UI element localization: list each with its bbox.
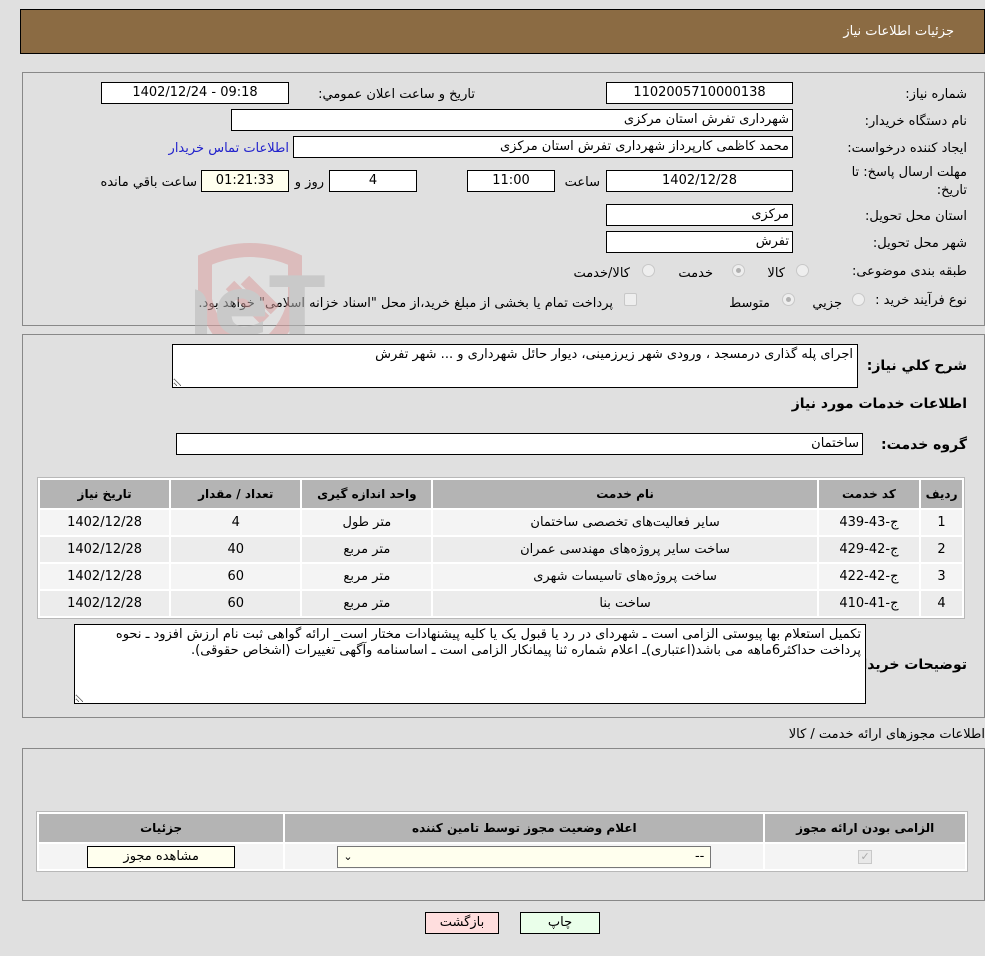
back-button[interactable]: بازگشت [425,912,499,934]
creator-label: ایجاد کننده درخواست: [847,141,967,156]
treasury-note: پرداخت تمام یا بخشی از مبلغ خرید،از محل … [198,296,613,311]
description-label: شرح کلي نیاز: [866,358,967,374]
cell-service-name: ساخت سایر پروژه‌های مهندسی عمران [433,537,817,562]
table-row: ✓ ⌄ -- مشاهده مجوز [39,844,965,869]
days-label: روز و [294,175,324,190]
cell-need-date: 1402/12/28 [40,537,170,562]
cell-service-name: سایر فعالیت‌های تخصصی ساختمان [433,510,817,535]
permit-required-checkbox[interactable]: ✓ [858,850,873,864]
col-permit-details: جزئیات [39,814,284,842]
process-radio-medium[interactable] [782,293,795,306]
col-need-date: تاریخ نیاز [40,480,170,508]
cell-service-name: ساخت پروژه‌های تاسیسات شهری [433,564,817,589]
permits-table: الزامی بودن ارائه مجوز اعلام وضعیت مجوز … [36,811,968,872]
permits-table-header: الزامی بودن ارائه مجوز اعلام وضعیت مجوز … [39,814,965,842]
permit-status-value: -- [694,848,705,864]
deadline-date-field: 1402/12/28 [606,170,793,192]
category-radio-service[interactable] [732,264,745,277]
cell-quantity: 60 [171,564,301,589]
cell-unit: متر طول [302,510,432,535]
col-unit: واحد اندازه گیری [302,480,432,508]
table-row: 1 ج-43-439 سایر فعالیت‌های تخصصی ساختمان… [40,510,962,535]
buyer-notes-textarea[interactable]: تکمیل استعلام بها پیوستی الزامی است ـ شه… [74,624,866,704]
services-section-title: اطلاعات خدمات مورد نیاز [791,396,967,412]
cell-quantity: 60 [171,591,301,616]
chevron-down-icon: ⌄ [343,849,353,863]
process-radio-minor[interactable] [852,293,865,306]
category-option-goods: کالا [767,266,785,281]
city-label: شهر محل تحویل: [872,236,967,251]
cell-service-name: ساخت بنا [433,591,817,616]
service-group-label: گروه خدمت: [881,437,967,453]
remaining-time-label: ساعت باقي مانده [100,175,197,190]
deadline-time-field: 11:00 [467,170,555,192]
treasury-checkbox[interactable] [624,293,637,306]
cell-permit-status: ⌄ -- [285,844,764,869]
cell-need-date: 1402/12/28 [40,591,170,616]
table-row: 3 ج-42-422 ساخت پروژه‌های تاسیسات شهری م… [40,564,962,589]
col-service-code: کد خدمت [818,480,920,508]
service-group-field: ساختمان [176,433,863,455]
category-radio-goods[interactable] [796,264,809,277]
buyer-contact-link[interactable]: اطلاعات تماس خریدار [169,141,289,156]
cell-quantity: 40 [171,537,301,562]
process-option-minor: جزيي [812,296,842,311]
services-table: ردیف کد خدمت نام خدمت واحد اندازه گیری ت… [37,477,965,619]
cell-permit-details: مشاهده مجوز [39,844,284,869]
creator-field: محمد کاظمی کارپرداز شهرداری تفرش استان م… [293,136,793,158]
remaining-time-field: 01:21:33 [201,170,289,192]
category-option-service: خدمت [678,266,713,281]
page-title: جزئیات اطلاعات نیاز [843,24,954,39]
buyer-org-field: شهرداری تفرش استان مرکزی [231,109,793,131]
cell-service-code: ج-42-422 [818,564,920,589]
city-field: تفرش [606,231,793,253]
description-textarea[interactable]: اجرای پله گذاری درمسجد ، ورودی شهر زیرزم… [172,344,858,388]
cell-row-number: 3 [921,564,962,589]
announce-date-field: 1402/12/24 - 09:18 [101,82,289,104]
permits-section-title: اطلاعات مجوزهای ارائه خدمت / کالا [788,727,985,742]
services-table-header: ردیف کد خدمت نام خدمت واحد اندازه گیری ت… [40,480,962,508]
days-remaining-field: 4 [329,170,417,192]
col-permit-required: الزامی بودن ارائه مجوز [765,814,965,842]
cell-permit-required: ✓ [765,844,965,869]
col-row-number: ردیف [921,480,962,508]
process-option-medium: متوسط [729,296,770,311]
cell-service-code: ج-43-439 [818,510,920,535]
process-type-label: نوع فرآیند خرید : [875,293,967,308]
cell-service-code: ج-41-410 [818,591,920,616]
buyer-org-label: نام دستگاه خریدار: [864,114,967,129]
cell-row-number: 4 [921,591,962,616]
col-service-name: نام خدمت [433,480,817,508]
need-number-field: 1102005710000138 [606,82,793,104]
cell-unit: متر مربع [302,537,432,562]
cell-need-date: 1402/12/28 [40,564,170,589]
need-number-label: شماره نیاز: [905,87,967,102]
table-row: 2 ج-42-429 ساخت سایر پروژه‌های مهندسی عم… [40,537,962,562]
category-label: طبقه بندی موضوعی: [851,264,967,279]
cell-need-date: 1402/12/28 [40,510,170,535]
col-permit-status: اعلام وضعیت مجوز توسط تامین کننده [285,814,764,842]
cell-row-number: 2 [921,537,962,562]
province-field: مرکزی [606,204,793,226]
cell-quantity: 4 [171,510,301,535]
announce-date-label: تاریخ و ساعت اعلان عمومي: [318,87,475,102]
cell-service-code: ج-42-429 [818,537,920,562]
deadline-time-label: ساعت [564,175,600,190]
deadline-label: مهلت ارسال پاسخ: تا تاریخ: [851,165,967,198]
table-row: 4 ج-41-410 ساخت بنا متر مربع 60 1402/12/… [40,591,962,616]
cell-unit: متر مربع [302,564,432,589]
category-radio-goods-service[interactable] [642,264,655,277]
permit-status-select[interactable]: ⌄ -- [337,845,712,868]
buyer-notes-label: توضیحات خریدار: [848,657,967,673]
cell-unit: متر مربع [302,591,432,616]
category-option-goods-service: کالا/خدمت [573,266,630,281]
page-header: جزئیات اطلاعات نیاز [20,9,985,54]
col-quantity: تعداد / مقدار [171,480,301,508]
cell-row-number: 1 [921,510,962,535]
view-permit-button[interactable]: مشاهده مجوز [87,845,236,868]
province-label: استان محل تحویل: [865,209,967,224]
print-button[interactable]: چاپ [520,912,600,934]
